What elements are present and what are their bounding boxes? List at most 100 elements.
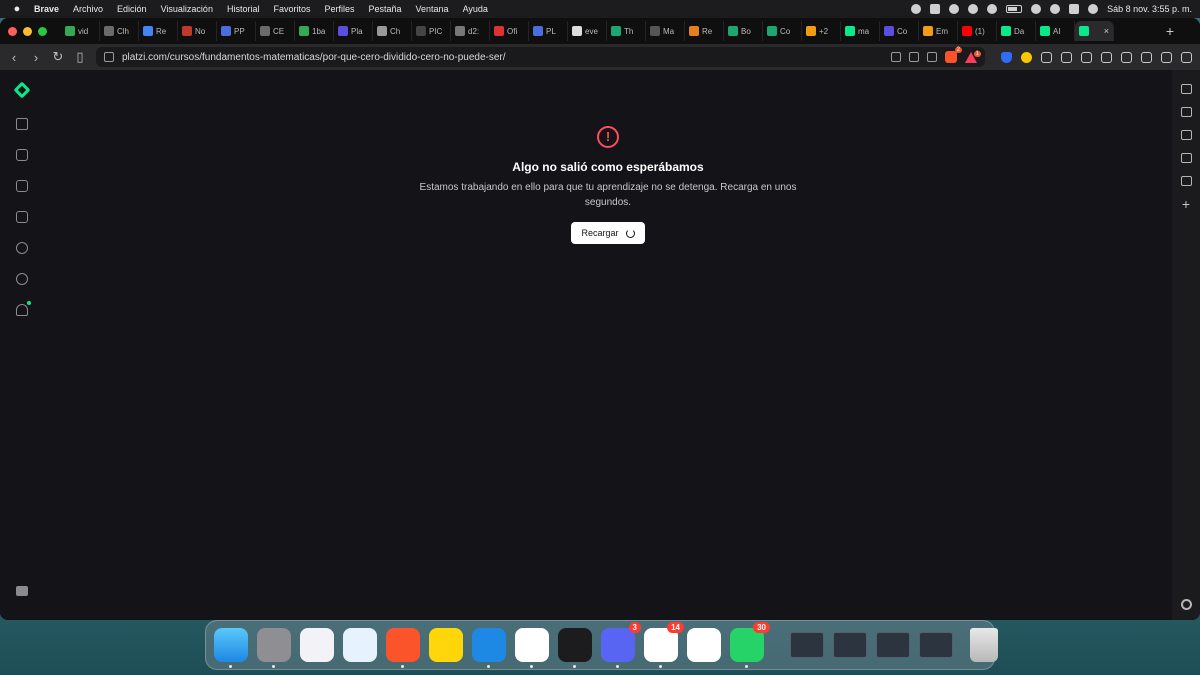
profile-card-icon[interactable] xyxy=(16,149,28,161)
address-bar[interactable]: platzi.com/cursos/fundamentos-matematica… xyxy=(96,47,985,67)
menu-archivo[interactable]: Archivo xyxy=(73,4,103,14)
progress-chart-icon[interactable] xyxy=(16,211,28,223)
share-icon[interactable] xyxy=(927,52,937,62)
browser-tab[interactable]: d2: xyxy=(451,21,490,41)
grammarly-icon[interactable] xyxy=(911,4,922,14)
history-sidebar-icon[interactable] xyxy=(1180,176,1192,186)
vpn-icon[interactable] xyxy=(1161,51,1172,63)
menu-ventana[interactable]: Ventana xyxy=(416,4,449,14)
browser-tab[interactable]: Pla xyxy=(334,21,373,41)
browser-tab[interactable]: Em xyxy=(919,21,958,41)
url-text[interactable]: platzi.com/cursos/fundamentos-matematica… xyxy=(122,52,883,63)
home-icon[interactable] xyxy=(16,118,28,130)
moon-icon[interactable] xyxy=(968,4,979,14)
settings-icon[interactable] xyxy=(16,242,28,254)
battery-icon[interactable] xyxy=(1006,5,1023,13)
browser-tab[interactable]: Bo xyxy=(724,21,763,41)
menu-perfiles[interactable]: Perfiles xyxy=(324,4,354,14)
close-window-button[interactable] xyxy=(8,26,17,36)
browser-tab[interactable]: Ma xyxy=(646,21,685,41)
safari-icon[interactable] xyxy=(343,628,377,662)
browser-tab[interactable]: vid xyxy=(61,21,100,41)
cast-icon[interactable] xyxy=(891,52,901,62)
capcut-icon[interactable] xyxy=(687,628,721,662)
sidebar-toggle-icon[interactable] xyxy=(1121,51,1132,63)
browser-tab[interactable]: Re xyxy=(685,21,724,41)
minimize-window-button[interactable] xyxy=(23,26,32,36)
menu-edicion[interactable]: Edición xyxy=(117,4,147,14)
browser-tab[interactable]: PL xyxy=(529,21,568,41)
reload-button[interactable]: Recargar xyxy=(571,222,645,244)
notifications-bell-icon[interactable] xyxy=(16,301,31,316)
minimized-window-thumbnail[interactable] xyxy=(919,632,953,658)
new-tab-button[interactable]: + xyxy=(1160,23,1180,39)
bookmarks-icon[interactable] xyxy=(1180,107,1192,117)
screenshot-icon[interactable] xyxy=(1061,51,1072,63)
browser-tab[interactable]: × xyxy=(1075,21,1114,41)
browser-tab[interactable]: PP xyxy=(217,21,256,41)
wifi-icon[interactable] xyxy=(1031,4,1042,14)
menu-historial[interactable]: Historial xyxy=(227,4,260,14)
close-tab-icon[interactable]: × xyxy=(1104,26,1109,36)
browser-tab[interactable]: AI xyxy=(1036,21,1075,41)
platzi-logo-icon[interactable] xyxy=(13,81,31,99)
browser-tab[interactable]: Clh xyxy=(100,21,139,41)
extensions-puzzle-icon[interactable] xyxy=(1041,51,1052,63)
minimized-window-thumbnail[interactable] xyxy=(790,632,824,658)
trash-icon[interactable] xyxy=(970,628,998,662)
minimized-window-thumbnail[interactable] xyxy=(876,632,910,658)
browser-tab[interactable]: ma xyxy=(841,21,880,41)
finder-icon[interactable] xyxy=(214,628,248,668)
site-settings-icon[interactable] xyxy=(104,52,114,62)
menu-pestana[interactable]: Pestaña xyxy=(369,4,402,14)
minimized-window-thumbnail[interactable] xyxy=(833,632,867,658)
control-center-icon[interactable] xyxy=(1069,4,1080,14)
discord-icon[interactable]: 3 xyxy=(601,622,641,668)
browser-tab[interactable]: Ofi xyxy=(490,21,529,41)
browser-tab[interactable]: Da xyxy=(997,21,1036,41)
apple-icon[interactable]: ● xyxy=(8,3,26,15)
browser-tab[interactable]: Co xyxy=(763,21,802,41)
chatgpt-icon[interactable] xyxy=(515,628,549,668)
brave-shields-icon[interactable]: 2 xyxy=(945,47,962,63)
sidebar-settings-icon[interactable] xyxy=(1180,599,1192,610)
community-icon[interactable] xyxy=(16,273,28,285)
brave-browser-icon[interactable] xyxy=(386,628,420,668)
add-panel-icon[interactable]: + xyxy=(1182,197,1190,211)
notion-app-icon[interactable]: 14 xyxy=(644,622,684,668)
menubar-clock[interactable]: Sáb 8 nov. 3:55 p. m. xyxy=(1107,4,1192,14)
menu-ayuda[interactable]: Ayuda xyxy=(463,4,488,14)
system-settings-icon[interactable] xyxy=(257,628,291,668)
brave-rewards-icon[interactable]: 1 xyxy=(965,50,981,63)
whatsapp-icon[interactable]: 30 xyxy=(730,622,770,668)
browser-tab[interactable]: +2 xyxy=(802,21,841,41)
courses-stack-icon[interactable] xyxy=(16,180,28,192)
history-icon[interactable] xyxy=(909,52,919,62)
wallet-icon[interactable] xyxy=(1141,51,1152,63)
notes-icon[interactable] xyxy=(429,628,463,662)
bookmark-icon[interactable]: ▯ xyxy=(74,49,86,65)
notion-icon[interactable] xyxy=(930,4,941,14)
reading-list-icon[interactable] xyxy=(1180,153,1192,163)
zoom-window-button[interactable] xyxy=(38,26,47,36)
bitwarden-icon[interactable] xyxy=(1001,51,1012,63)
leo-ai-icon[interactable] xyxy=(1101,51,1112,63)
terminal-icon[interactable] xyxy=(558,628,592,668)
browser-tab[interactable]: Ch xyxy=(373,21,412,41)
menu-visualizacion[interactable]: Visualización xyxy=(161,4,213,14)
search-icon[interactable] xyxy=(1050,4,1061,14)
openai-icon[interactable] xyxy=(949,4,960,14)
browser-tab[interactable]: eve xyxy=(568,21,607,41)
reload-icon[interactable]: ↻ xyxy=(52,49,64,65)
browser-tab[interactable]: PIC xyxy=(412,21,451,41)
downloads-icon[interactable] xyxy=(1081,51,1092,63)
browser-tab[interactable]: Th xyxy=(607,21,646,41)
browser-tab[interactable]: No xyxy=(178,21,217,41)
extension-smile-icon[interactable] xyxy=(1021,51,1032,63)
launchpad-icon[interactable] xyxy=(300,628,334,662)
siri-icon[interactable] xyxy=(1088,4,1099,14)
menu-app-name[interactable]: Brave xyxy=(34,4,59,14)
browser-tab[interactable]: CE xyxy=(256,21,295,41)
browser-tab[interactable]: Re xyxy=(139,21,178,41)
vscode-icon[interactable] xyxy=(472,628,506,668)
